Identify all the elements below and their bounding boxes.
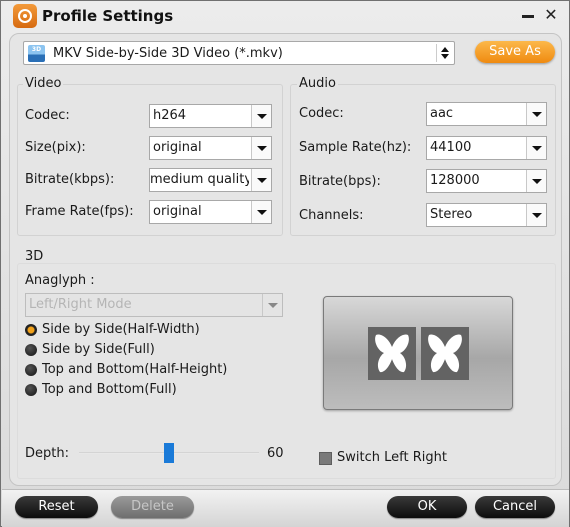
chevron-down-icon[interactable] <box>526 137 546 159</box>
depth-value: 60 <box>267 446 284 461</box>
chevron-down-icon[interactable] <box>526 170 546 192</box>
depth-slider-thumb[interactable] <box>164 443 174 463</box>
audio-samplerate-label: Sample Rate(hz): <box>299 140 412 155</box>
audio-bitrate-label: Bitrate(bps): <box>299 174 381 189</box>
close-button[interactable]: ✕ <box>542 6 560 24</box>
mkv-icon-text: 3D <box>31 46 42 53</box>
chevron-down-icon[interactable] <box>262 294 282 316</box>
profile-select[interactable]: 3D MKV Side-by-Side 3D Video (*.mkv) <box>23 41 455 65</box>
audio-channels-select[interactable]: Stereo <box>426 203 547 227</box>
ok-button[interactable]: OK <box>387 496 467 518</box>
3d-group-title: 3D <box>25 249 44 264</box>
window-title: Profile Settings <box>42 7 174 25</box>
anaglyph-value: Left/Right Mode <box>29 297 132 312</box>
audio-channels-label: Channels: <box>299 208 364 223</box>
title-bar[interactable]: Profile Settings ✕ <box>1 1 569 31</box>
butterfly-right-icon <box>421 327 469 380</box>
radio-unselected-icon <box>25 344 37 356</box>
reset-button[interactable]: Reset <box>15 496 98 518</box>
audio-bitrate-value: 128000 <box>430 173 480 188</box>
audio-codec-label: Codec: <box>299 106 344 121</box>
spinner-arrows-icon[interactable] <box>436 44 452 62</box>
audio-codec-select[interactable]: aac <box>426 102 547 126</box>
minimize-button[interactable] <box>519 6 537 24</box>
video-group-title: Video <box>23 76 64 91</box>
audio-codec-value: aac <box>430 106 454 121</box>
video-size-label: Size(pix): <box>25 140 86 155</box>
audio-bitrate-select[interactable]: 128000 <box>426 169 547 193</box>
switch-left-right-checkbox[interactable] <box>319 452 332 465</box>
video-framerate-label: Frame Rate(fps): <box>25 204 134 219</box>
chevron-down-icon[interactable] <box>251 137 271 159</box>
video-bitrate-value: medium quality <box>150 172 249 187</box>
mkv-3d-file-icon: 3D <box>28 45 45 62</box>
cancel-button[interactable]: Cancel <box>475 496 555 518</box>
video-framerate-value: original <box>153 204 202 219</box>
save-as-button[interactable]: Save As <box>475 41 555 63</box>
audio-channels-value: Stereo <box>430 207 473 222</box>
chevron-down-icon[interactable] <box>251 105 271 127</box>
audio-samplerate-value: 44100 <box>430 140 472 155</box>
radio-unselected-icon <box>25 364 37 376</box>
audio-group-title: Audio <box>297 76 338 91</box>
mode-label: Side by Side(Half-Width) <box>42 322 200 337</box>
chevron-down-icon[interactable] <box>526 103 546 125</box>
mode-label: Side by Side(Full) <box>42 342 155 357</box>
video-bitrate-label: Bitrate(kbps): <box>25 172 115 187</box>
delete-button[interactable]: Delete <box>111 496 194 518</box>
chevron-down-icon[interactable] <box>251 201 271 223</box>
3d-preview <box>323 296 513 410</box>
audio-samplerate-select[interactable]: 44100 <box>426 136 547 160</box>
chevron-down-icon[interactable] <box>526 204 546 226</box>
video-codec-select[interactable]: h264 <box>149 104 272 128</box>
profile-selected-value: MKV Side-by-Side 3D Video (*.mkv) <box>53 46 283 61</box>
anaglyph-label: Anaglyph : <box>25 273 95 288</box>
video-size-select[interactable]: original <box>149 136 272 160</box>
chevron-down-icon[interactable] <box>251 169 271 191</box>
anaglyph-select[interactable]: Left/Right Mode <box>25 293 283 317</box>
depth-label: Depth: <box>25 446 69 461</box>
app-logo-icon <box>13 4 37 28</box>
video-size-value: original <box>153 140 202 155</box>
mode-label: Top and Bottom(Full) <box>42 382 177 397</box>
video-codec-label: Codec: <box>25 108 70 123</box>
radio-unselected-icon <box>25 384 37 396</box>
video-framerate-select[interactable]: original <box>149 200 272 224</box>
video-bitrate-select[interactable]: medium quality <box>149 168 272 192</box>
switch-left-right-label: Switch Left Right <box>337 450 447 465</box>
butterfly-left-icon <box>368 327 416 380</box>
close-icon: ✕ <box>544 5 558 24</box>
radio-selected-icon <box>25 324 37 336</box>
video-codec-value: h264 <box>153 108 187 123</box>
profile-settings-window: Profile Settings ✕ 3D MKV Side-by-Side 3… <box>0 0 570 527</box>
mode-label: Top and Bottom(Half-Height) <box>42 362 228 377</box>
